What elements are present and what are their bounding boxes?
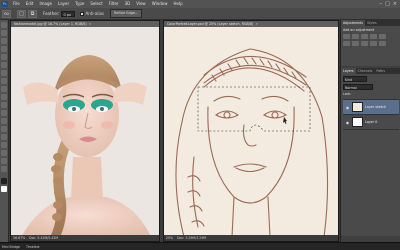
curves-icon[interactable] — [361, 34, 368, 39]
history-brush-icon[interactable] — [1, 94, 7, 100]
lock-label: Lock: — [343, 92, 352, 96]
brush-tool-icon[interactable] — [1, 78, 7, 84]
model-photo — [11, 27, 159, 235]
tab-styles[interactable]: Styles — [365, 20, 379, 26]
feather-input[interactable]: 0 px — [61, 10, 76, 17]
eraser-tool-icon[interactable] — [1, 102, 7, 108]
shape-tool-icon[interactable] — [1, 150, 7, 156]
anti-alias-checkbox[interactable]: Anti-alias — [80, 11, 104, 16]
close-icon[interactable]: × — [393, 0, 397, 8]
sketch-canvas[interactable] — [164, 27, 338, 235]
blend-mode-select[interactable]: Normal — [343, 84, 373, 90]
visibility-eye-icon[interactable]: ◉ — [345, 120, 350, 125]
lasso-tool-icon[interactable]: ᔓ — [2, 9, 11, 18]
menu-3d[interactable]: 3D — [122, 0, 134, 8]
tab-paths[interactable]: Paths — [374, 68, 387, 74]
layer-filter-select[interactable]: Kind — [343, 76, 367, 82]
channel-mixer-icon[interactable] — [379, 41, 386, 46]
sketch-window: ColorPortraitLayer.psd @ 25% (Layer sket… — [163, 20, 339, 242]
minimize-icon[interactable]: – — [380, 0, 383, 8]
document-size: Doc: 3.29M/3.29M — [177, 236, 207, 240]
layer-thumbnail — [352, 102, 363, 112]
menu-image[interactable]: Image — [36, 0, 55, 8]
levels-icon[interactable] — [352, 34, 359, 39]
menu-window[interactable]: Window — [149, 0, 171, 8]
vibrance-icon[interactable] — [379, 34, 386, 39]
reference-photo-window: fashionmodel.jpg @ 16.7% (Layer 1, RGB/8… — [10, 20, 160, 242]
timeline-tab[interactable]: Timeline — [26, 245, 40, 249]
zoom-level[interactable]: 16.67% — [13, 235, 25, 241]
tab-channels[interactable]: Channels — [356, 68, 375, 74]
layer-name: Layer 0 — [365, 120, 378, 124]
checkbox-icon — [80, 11, 85, 16]
tab-layers[interactable]: Layers — [341, 68, 356, 74]
zoom-level[interactable]: 25% — [166, 235, 173, 241]
menu-bar: Ps File Edit Image Layer Type Select Fil… — [0, 0, 400, 8]
tab-adjustments[interactable]: Adjustments — [341, 20, 365, 26]
move-tool-icon[interactable] — [1, 22, 7, 28]
menu-select[interactable]: Select — [87, 0, 105, 8]
marquee-tool-icon[interactable] — [1, 30, 7, 36]
options-bar: ᔓ □ ⧉ Feather: 0 px Anti-alias Refine Ed… — [0, 8, 400, 20]
menu-edit[interactable]: Edit — [23, 0, 37, 8]
background-color-icon[interactable] — [1, 186, 7, 192]
menu-help[interactable]: Help — [170, 0, 185, 8]
lasso-tool-icon[interactable] — [1, 38, 7, 44]
layer-row[interactable]: ◉ Layer sketch — [343, 100, 399, 115]
layer-thumbnail — [352, 117, 363, 127]
zoom-tool-icon[interactable] — [1, 166, 7, 172]
brightness-icon[interactable] — [343, 34, 350, 39]
layer-name: Layer sketch — [365, 105, 386, 109]
adjustments-panel: Add an adjustment — [341, 26, 400, 66]
layer-row[interactable]: ◉ Layer 0 — [343, 115, 399, 130]
window-controls: – □ × — [380, 0, 400, 8]
exposure-icon[interactable] — [370, 34, 377, 39]
healing-tool-icon[interactable] — [1, 70, 7, 76]
document-size: Doc: 5.42M/5.42M — [29, 236, 59, 240]
panels-dock: Adjustments Styles Add an adjustment Lay… — [340, 20, 400, 250]
visibility-eye-icon[interactable]: ◉ — [345, 105, 350, 110]
eyedropper-tool-icon[interactable] — [1, 62, 7, 68]
quick-select-tool-icon[interactable] — [1, 46, 7, 52]
photoshop-logo-icon: Ps — [1, 1, 8, 7]
color-balance-icon[interactable] — [352, 41, 359, 46]
maximize-icon[interactable]: □ — [385, 0, 390, 8]
photo-filter-icon[interactable] — [370, 41, 377, 46]
document-status-bar: 16.67% Doc: 5.42M/5.42M — [11, 235, 159, 241]
adjustment-hint: Add an adjustment — [343, 28, 375, 32]
dodge-tool-icon[interactable] — [1, 118, 7, 124]
menu-layer[interactable]: Layer — [55, 0, 72, 8]
adjustment-icons — [343, 34, 399, 46]
menu-view[interactable]: View — [133, 0, 149, 8]
add-selection-icon[interactable]: ⧉ — [28, 9, 37, 18]
portrait-sketch — [164, 27, 338, 235]
crop-tool-icon[interactable] — [1, 54, 7, 60]
tools-panel — [0, 20, 9, 242]
refine-edge-button[interactable]: Refine Edge... — [110, 9, 143, 18]
mini-bridge-tab[interactable]: Mini Bridge — [2, 245, 20, 249]
path-select-tool-icon[interactable] — [1, 142, 7, 148]
photo-canvas[interactable] — [11, 27, 159, 235]
black-white-icon[interactable] — [361, 41, 368, 46]
menu-filter[interactable]: Filter — [106, 0, 122, 8]
anti-alias-label: Anti-alias — [85, 11, 105, 16]
menu-type[interactable]: Type — [72, 0, 87, 8]
hand-tool-icon[interactable] — [1, 158, 7, 164]
feather-label: Feather: — [43, 11, 60, 16]
foreground-color-icon[interactable] — [1, 178, 7, 184]
hue-saturation-icon[interactable] — [343, 41, 350, 46]
stamp-tool-icon[interactable] — [1, 86, 7, 92]
type-tool-icon[interactable] — [1, 134, 7, 140]
layers-panel: Kind Normal Lock: ◉ Layer sketch ◉ Layer… — [341, 74, 400, 236]
bottom-panel-bar: Mini Bridge Timeline — [0, 242, 400, 250]
document-status-bar: 25% Doc: 3.29M/3.29M — [164, 235, 338, 241]
gradient-tool-icon[interactable] — [1, 110, 7, 116]
menu-file[interactable]: File — [10, 0, 23, 8]
new-selection-icon[interactable]: □ — [17, 9, 26, 18]
pen-tool-icon[interactable] — [1, 126, 7, 132]
